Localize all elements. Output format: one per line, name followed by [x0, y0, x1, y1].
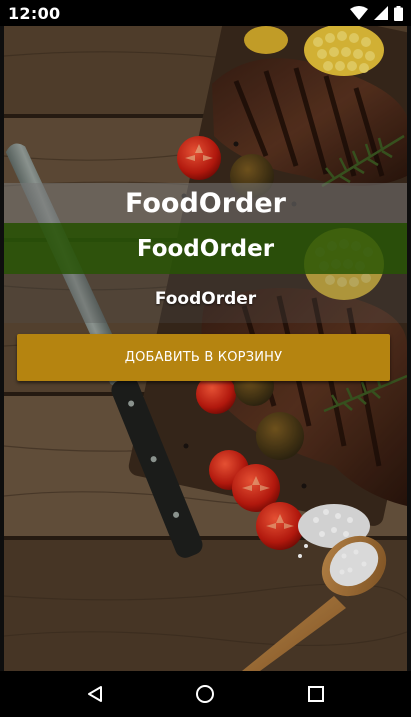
cellular-signal-icon [374, 6, 388, 20]
status-time: 12:00 [8, 3, 61, 23]
recents-button[interactable] [288, 674, 344, 714]
status-icons [350, 5, 403, 21]
food-detail-screen: FoodOrder FoodOrder FoodOrder ДОБАВИТЬ В… [4, 26, 407, 671]
add-to-cart-button[interactable]: ДОБАВИТЬ В КОРЗИНУ [17, 334, 390, 381]
navigation-bar [0, 671, 411, 717]
home-icon [195, 684, 215, 704]
home-button[interactable] [177, 674, 233, 714]
back-icon [86, 685, 104, 703]
wifi-icon [350, 6, 368, 20]
battery-icon [394, 5, 403, 21]
phone-screen: 12:00 FoodOrder FoodOrder FoodOrder ДОБА… [0, 0, 411, 717]
title-small: FoodOrder [4, 274, 407, 323]
back-button[interactable] [67, 674, 123, 714]
recents-icon [307, 685, 325, 703]
title-large: FoodOrder [4, 183, 407, 223]
title-medium: FoodOrder [4, 223, 407, 274]
status-bar: 12:00 [0, 0, 411, 26]
